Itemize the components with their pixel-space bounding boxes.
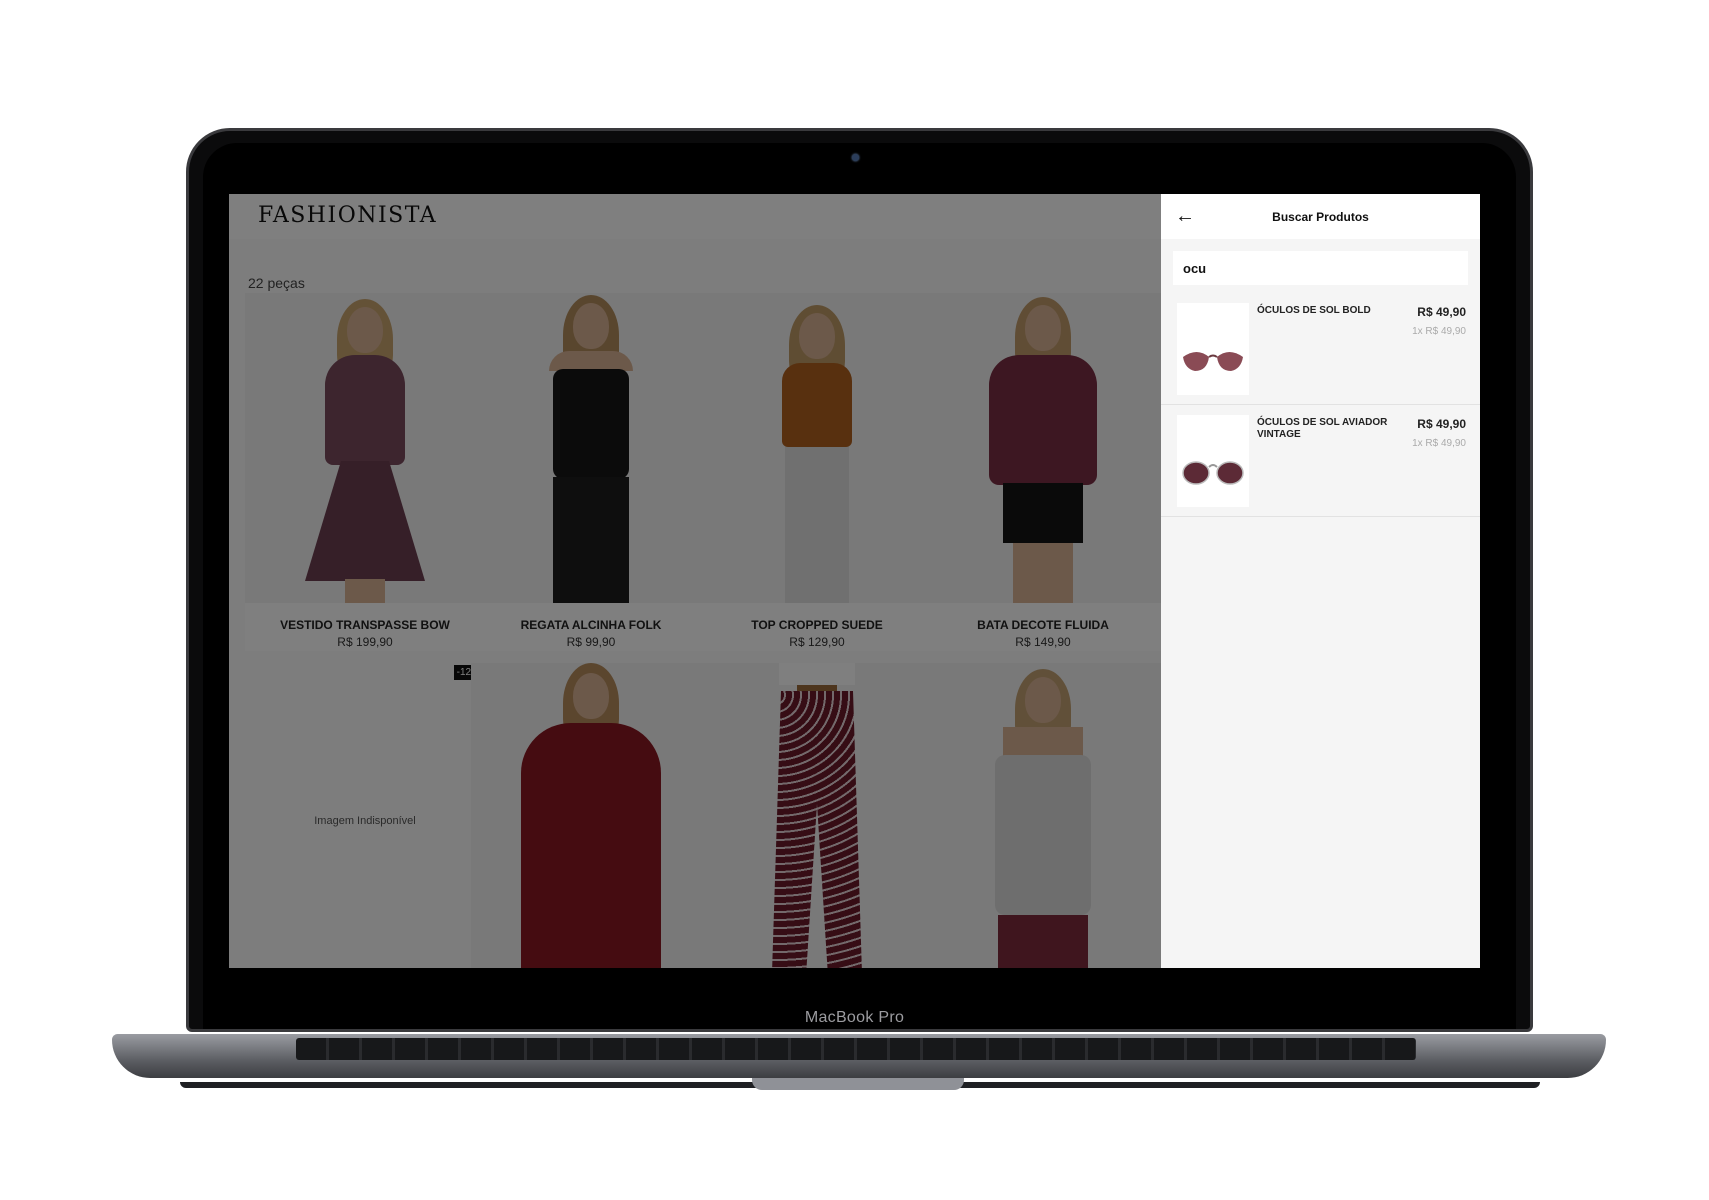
product-thumbnail	[1177, 303, 1249, 395]
drawer-header: ← Buscar Produtos	[1161, 194, 1480, 239]
keyboard	[296, 1038, 1416, 1060]
result-price: R$ 49,90	[1417, 305, 1466, 319]
page-overlay[interactable]	[229, 194, 1161, 968]
sunglasses-icon	[1183, 352, 1243, 371]
result-installment: 1x R$ 49,90	[1412, 438, 1466, 449]
search-input[interactable]	[1173, 251, 1468, 285]
device-brand-label: MacBook Pro	[804, 1009, 905, 1026]
result-installment: 1x R$ 49,90	[1412, 326, 1466, 337]
sunglasses-icon	[1182, 461, 1244, 485]
camera-icon	[852, 154, 859, 161]
result-name: ÓCULOS DE SOL BOLD	[1257, 305, 1371, 316]
store-page: FASHIONISTA 22 peças VESTIDO TRANSPASSE …	[229, 194, 1163, 968]
laptop-notch	[752, 1078, 964, 1090]
search-result-item[interactable]: ÓCULOS DE SOL AVIADOR VINTAGE R$ 49,90 1…	[1161, 405, 1480, 517]
search-drawer: ← Buscar Produtos ÓCULOS DE SOL BOLD R$ …	[1161, 194, 1480, 968]
result-name: ÓCULOS DE SOL AVIADOR VINTAGE	[1257, 417, 1388, 440]
product-thumbnail	[1177, 415, 1249, 507]
drawer-title: Buscar Produtos	[1272, 210, 1369, 224]
result-price: R$ 49,90	[1417, 417, 1466, 431]
screen: FASHIONISTA 22 peças VESTIDO TRANSPASSE …	[229, 194, 1480, 968]
search-result-item[interactable]: ÓCULOS DE SOL BOLD R$ 49,90 1x R$ 49,90	[1161, 293, 1480, 405]
